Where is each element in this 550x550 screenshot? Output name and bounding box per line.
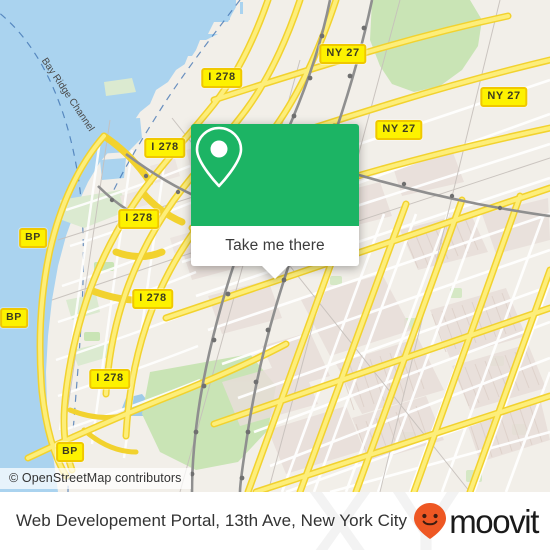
- location-popup[interactable]: Take me there: [191, 124, 359, 279]
- map-pin-icon: [195, 126, 243, 188]
- moovit-brand[interactable]: moovit: [413, 502, 539, 540]
- popup-tail: [262, 266, 288, 279]
- take-me-there-label: Take me there: [225, 237, 325, 254]
- popup-action-area[interactable]: Take me there: [191, 226, 359, 279]
- popup-icon-area: [191, 124, 359, 226]
- osm-attribution[interactable]: © OpenStreetMap contributors: [0, 468, 191, 489]
- page-title: Web Developement Portal, 13th Ave, New Y…: [16, 511, 408, 530]
- map-screenshot: Bay Ridge Channel I 278 I 278 I 278 I 278 I …: [0, 0, 550, 550]
- moovit-pin-smiley-icon: [414, 503, 447, 539]
- road-shield: I 278: [118, 209, 160, 229]
- road-shield: I 278: [201, 68, 243, 88]
- road-shield: BP: [0, 308, 28, 328]
- road-shield: NY 27: [480, 87, 528, 107]
- road-shield: BP: [56, 442, 84, 462]
- road-shield: I 278: [132, 289, 174, 309]
- footer-bar: XY Web Developement Portal, 13th Ave, Ne…: [0, 492, 550, 550]
- road-shield: I 278: [89, 369, 131, 389]
- map-canvas[interactable]: Bay Ridge Channel I 278 I 278 I 278 I 278 I …: [0, 0, 550, 492]
- road-shield: I 278: [144, 138, 186, 158]
- road-shield: NY 27: [319, 44, 367, 64]
- road-shield: BP: [19, 228, 47, 248]
- moovit-wordmark: moovit: [449, 502, 539, 540]
- road-shield: NY 27: [375, 120, 423, 140]
